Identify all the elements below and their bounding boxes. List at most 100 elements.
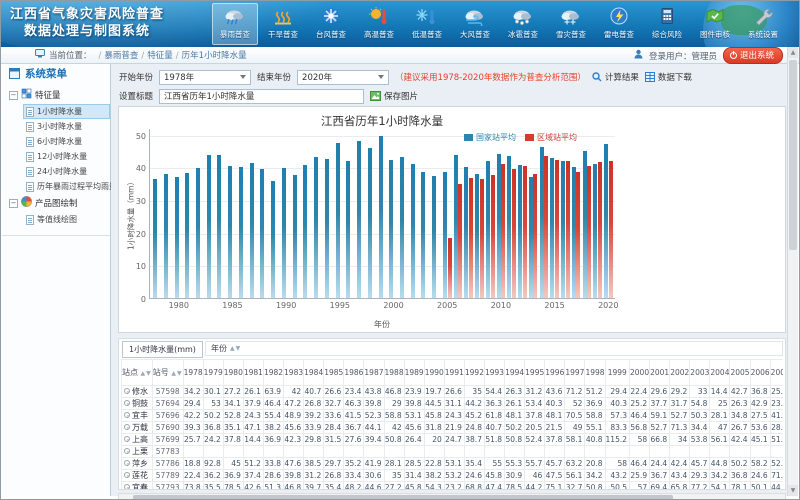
year-column-header[interactable]: 2001 bbox=[650, 360, 670, 386]
breadcrumb-item[interactable]: 特征量 bbox=[147, 51, 173, 61]
year-column-header[interactable]: 1996 bbox=[545, 360, 565, 386]
year-column-header[interactable]: 1987 bbox=[364, 360, 384, 386]
table-row: 宜春5779373.835.578.542.651.346.839.735.44… bbox=[122, 482, 784, 490]
year-column-header[interactable]: 2004 bbox=[710, 360, 730, 386]
toolbar-item-4[interactable]: 高温普查 bbox=[356, 3, 402, 45]
year-column-header[interactable]: 1993 bbox=[484, 360, 504, 386]
station-cell[interactable]: 上高 bbox=[122, 434, 153, 446]
station-cell[interactable]: 宜丰 bbox=[122, 410, 153, 422]
year-column-header[interactable]: 1991 bbox=[444, 360, 464, 386]
year-column-header[interactable]: 1998 bbox=[585, 360, 605, 386]
value-cell: 30.9 bbox=[505, 470, 525, 482]
year-column-header[interactable]: 2000 bbox=[630, 360, 650, 386]
radio-icon[interactable] bbox=[124, 484, 130, 489]
toolbar-item-6[interactable]: 大风普查 bbox=[452, 3, 498, 45]
data-download-button[interactable]: 数据下载 bbox=[645, 71, 692, 83]
station-cell[interactable]: 万载 bbox=[122, 422, 153, 434]
sidebar-item-12小时降水量[interactable]: 12小时降水量 bbox=[23, 149, 110, 164]
year-column-header[interactable]: 1992 bbox=[464, 360, 484, 386]
value-cell: 44.5 bbox=[424, 398, 444, 410]
end-year-select[interactable]: 2020年 bbox=[297, 70, 389, 85]
toolbar-item-1[interactable]: 暴雨普查 bbox=[212, 3, 258, 45]
toolbar-item-12[interactable]: 系统设置 bbox=[740, 3, 786, 45]
breadcrumb-item[interactable]: 暴雨普查 bbox=[104, 51, 138, 61]
radio-icon[interactable] bbox=[124, 436, 130, 442]
sidebar-item-等值线绘图[interactable]: 等值线绘图 bbox=[23, 212, 110, 227]
scroll-down-arrow-icon[interactable]: ▼ bbox=[788, 485, 798, 496]
toolbar-item-8[interactable]: 雪灾普查 bbox=[548, 3, 594, 45]
breadcrumb-item[interactable]: 历年1小时降水量 bbox=[182, 51, 247, 61]
vscroll-thumb[interactable] bbox=[789, 60, 797, 250]
year-column-header[interactable]: 1980 bbox=[223, 360, 243, 386]
calc-result-button[interactable]: 计算结果 bbox=[592, 71, 639, 83]
station-cell[interactable]: 宜春 bbox=[122, 482, 153, 490]
station-cell[interactable]: 铜鼓 bbox=[122, 398, 153, 410]
toolbar-item-7[interactable]: 冰雹普查 bbox=[500, 3, 546, 45]
radio-icon[interactable] bbox=[124, 448, 130, 454]
sidebar-item-6小时降水量[interactable]: 6小时降水量 bbox=[23, 134, 110, 149]
year-column-header[interactable]: 1989 bbox=[404, 360, 424, 386]
collapse-icon[interactable]: − bbox=[9, 199, 18, 208]
table-horizontal-scrollbar[interactable] bbox=[118, 493, 786, 500]
scroll-up-arrow-icon[interactable]: ▲ bbox=[788, 47, 798, 58]
page-vertical-scrollbar[interactable]: ▲ ▼ bbox=[787, 47, 798, 496]
station-cell[interactable]: 莲花 bbox=[122, 470, 153, 482]
sidebar-item-24小时降水量[interactable]: 24小时降水量 bbox=[23, 164, 110, 179]
toolbar-item-9[interactable]: 雷电普查 bbox=[596, 3, 642, 45]
year-column-header[interactable]: 2003 bbox=[690, 360, 710, 386]
logout-button[interactable]: 退出系统 bbox=[723, 47, 783, 64]
radio-icon[interactable] bbox=[124, 400, 130, 406]
toolbar-item-2[interactable]: 干旱普查 bbox=[260, 3, 306, 45]
year-column-header[interactable]: 2002 bbox=[670, 360, 690, 386]
radio-icon[interactable] bbox=[124, 472, 130, 478]
set-title-label: 设置标题 bbox=[119, 90, 153, 102]
year-column-header[interactable]: 1999 bbox=[605, 360, 629, 386]
chart-title-input[interactable] bbox=[159, 89, 364, 104]
year-column-header[interactable]: 1979 bbox=[203, 360, 223, 386]
value-cell: 55 bbox=[484, 458, 504, 470]
year-column-header[interactable]: 1994 bbox=[505, 360, 525, 386]
value-cell: 22.4 bbox=[630, 386, 650, 398]
year-column-header[interactable]: 2005 bbox=[730, 360, 750, 386]
year-column-header[interactable]: 1997 bbox=[565, 360, 585, 386]
value-cell: 56.1 bbox=[565, 470, 585, 482]
toolbar-item-11[interactable]: 图件审核 bbox=[692, 3, 738, 45]
year-column-header[interactable]: 1982 bbox=[263, 360, 283, 386]
value-cell: 36.9 bbox=[585, 398, 605, 410]
radio-icon[interactable] bbox=[124, 388, 130, 394]
sidebar-item-历年暴雨过程平均雨量[interactable]: 历年暴雨过程平均雨量 bbox=[23, 179, 110, 194]
sidebar-item-3小时降水量[interactable]: 3小时降水量 bbox=[23, 119, 110, 134]
station-column-header[interactable]: 站点 ▲▼ bbox=[122, 360, 153, 386]
save-image-button[interactable]: 保存图片 bbox=[370, 90, 418, 102]
station-cell[interactable]: 上栗 bbox=[122, 446, 153, 458]
hscroll-thumb[interactable] bbox=[133, 495, 673, 500]
year-column-header[interactable]: 1986 bbox=[344, 360, 364, 386]
station-id-column-header[interactable]: 站号 ▲▼ bbox=[152, 360, 183, 386]
year-column-header[interactable]: 1978 bbox=[183, 360, 203, 386]
year-column-header[interactable]: 1995 bbox=[525, 360, 545, 386]
sidebar-group-2[interactable]: −产品图绘制 bbox=[2, 194, 110, 212]
year-column-header[interactable]: 1981 bbox=[243, 360, 263, 386]
year-group-header[interactable]: 年份▲▼ bbox=[205, 341, 783, 356]
year-column-header[interactable]: 1990 bbox=[424, 360, 444, 386]
year-column-header[interactable]: 1984 bbox=[304, 360, 324, 386]
start-year-select[interactable]: 1978年 bbox=[159, 70, 251, 85]
year-column-header[interactable]: 1983 bbox=[284, 360, 304, 386]
toolbar-item-3[interactable]: 台风普查 bbox=[308, 3, 354, 45]
year-column-header[interactable]: 1988 bbox=[384, 360, 404, 386]
value-cell bbox=[424, 446, 444, 458]
value-cell: 49 bbox=[565, 422, 585, 434]
radio-icon[interactable] bbox=[124, 412, 130, 418]
toolbar-item-5[interactable]: 低温普查 bbox=[404, 3, 450, 45]
sidebar-item-1小时降水量[interactable]: 1小时降水量 bbox=[23, 104, 110, 119]
year-column-header[interactable]: 2007 bbox=[770, 360, 783, 386]
year-column-header[interactable]: 2006 bbox=[750, 360, 770, 386]
station-cell[interactable]: 修水 bbox=[122, 386, 153, 398]
radio-icon[interactable] bbox=[124, 424, 130, 430]
toolbar-item-10[interactable]: 综合风险 bbox=[644, 3, 690, 45]
year-column-header[interactable]: 1985 bbox=[324, 360, 344, 386]
collapse-icon[interactable]: − bbox=[9, 91, 18, 100]
station-cell[interactable]: 萍乡 bbox=[122, 458, 153, 470]
radio-icon[interactable] bbox=[124, 460, 130, 466]
sidebar-group-1[interactable]: −特征量 bbox=[2, 86, 110, 104]
